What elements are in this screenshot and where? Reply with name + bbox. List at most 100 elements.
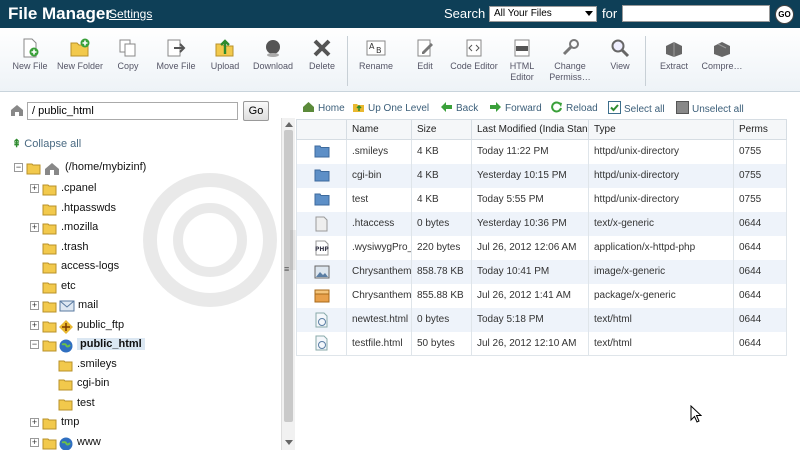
file-name[interactable]: test — [346, 187, 412, 212]
column-header-icon[interactable] — [296, 119, 347, 140]
tree-item[interactable]: + .cpanel — [30, 181, 260, 199]
tree-item[interactable]: − public_html — [30, 337, 260, 355]
expand-toggle-icon[interactable]: + — [30, 320, 39, 330]
column-header-size[interactable]: Size — [411, 119, 472, 140]
file-perms[interactable]: 0755 — [733, 139, 787, 164]
file-icon-cell[interactable] — [296, 259, 347, 284]
file-name[interactable]: testfile.html — [346, 331, 412, 356]
file-name[interactable]: .smileys — [346, 139, 412, 164]
file-perms[interactable]: 0644 — [733, 235, 787, 260]
forward-button[interactable]: Forward — [489, 101, 542, 114]
tree-item[interactable]: access-logs — [30, 259, 260, 277]
tree-item[interactable]: .smileys — [46, 357, 276, 375]
settings-link[interactable]: Settings — [109, 7, 152, 21]
search-scope-select[interactable]: All Your Files — [489, 6, 597, 22]
delete-button[interactable]: Delete — [298, 32, 346, 72]
collapse-toggle-icon[interactable]: − — [14, 163, 23, 172]
tree-item[interactable]: .htpasswds — [30, 201, 260, 219]
column-header-type[interactable]: Type — [588, 119, 734, 140]
file-name[interactable]: .wysiwygPro_edit_ — [346, 235, 412, 260]
reload-button[interactable]: Reload — [550, 101, 598, 114]
back-button[interactable]: Back — [440, 101, 478, 114]
table-row[interactable]: newtest.html 0 bytes Today 5:18 PM text/htm… — [296, 307, 787, 332]
change-permissions-button[interactable]: Change Permiss… — [546, 32, 594, 83]
file-name[interactable]: .htaccess — [346, 211, 412, 236]
collapse-all-button[interactable]: ⇞ Collapse all — [12, 137, 81, 150]
move-file-button[interactable]: Move File — [152, 32, 200, 72]
file-perms[interactable]: 0755 — [733, 163, 787, 188]
file-perms[interactable]: 0644 — [733, 307, 787, 332]
file-perms[interactable]: 0755 — [733, 187, 787, 212]
table-row[interactable]: .htaccess 0 bytes Yesterday 10:36 PM text/x… — [296, 211, 787, 236]
edit-button[interactable]: Edit — [401, 32, 449, 72]
expand-toggle-icon[interactable]: + — [30, 223, 39, 232]
copy-button[interactable]: Copy — [104, 32, 152, 72]
table-row[interactable]: .smileys 4 KB Today 11:22 PM httpd/unix-dir… — [296, 139, 787, 164]
table-row[interactable]: test 4 KB Today 5:55 PM httpd/unix-director… — [296, 187, 787, 212]
tree-item[interactable]: + www — [30, 435, 260, 450]
file-name[interactable]: newtest.html — [346, 307, 412, 332]
unselect-all-button[interactable]: Unselect all — [676, 101, 744, 115]
tree-item[interactable]: .trash — [30, 240, 260, 258]
file-icon-cell[interactable] — [296, 331, 347, 356]
file-icon-cell[interactable] — [296, 307, 347, 332]
path-input[interactable]: / public_html — [27, 102, 238, 120]
tree-item[interactable]: + .mozilla — [30, 220, 260, 238]
upload-button[interactable]: Upload — [201, 32, 249, 72]
file-icon-cell[interactable] — [296, 187, 347, 212]
tree-item[interactable]: + public_ftp — [30, 318, 260, 336]
panel-splitter-handle[interactable]: ≡ — [284, 264, 289, 274]
file-icon-cell[interactable] — [296, 283, 347, 308]
scroll-up-icon[interactable] — [285, 122, 293, 127]
scroll-thumb[interactable] — [284, 130, 293, 422]
expand-toggle-icon[interactable]: + — [30, 418, 39, 427]
table-row[interactable]: testfile.html 50 bytes Jul 26, 2012 12:10 … — [296, 331, 787, 356]
file-perms[interactable]: 0644 — [733, 211, 787, 236]
download-button[interactable]: Download — [249, 32, 297, 72]
rename-button[interactable]: AB Rename — [352, 32, 400, 72]
file-icon-cell[interactable]: PHP — [296, 235, 347, 260]
html-editor-button[interactable]: HTML Editor — [498, 32, 546, 83]
home-button[interactable]: Home — [302, 101, 345, 114]
column-header-last-modified[interactable]: Last Modified (India Standard Time) — [471, 119, 589, 140]
table-row[interactable]: Chrysanthemum.jpg858.78 KBToday 10:41 PM… — [296, 259, 787, 284]
file-perms[interactable]: 0644 — [733, 331, 787, 356]
file-name[interactable]: Chrysanthemum.jpg — [346, 259, 412, 284]
table-row[interactable]: PHP .wysiwygPro_edit_220 bytesJul 26, 201… — [296, 235, 787, 260]
column-header-perms[interactable]: Perms — [733, 119, 787, 140]
table-row[interactable]: cgi-bin 4 KB Yesterday 10:15 PM httpd/unix-… — [296, 163, 787, 188]
tree-root[interactable]: − (/home/mybizinf) — [14, 160, 214, 178]
compress-button[interactable]: Compre… — [698, 32, 746, 72]
scroll-down-icon[interactable] — [285, 440, 293, 445]
path-go-button[interactable]: Go — [243, 101, 269, 121]
tree-item[interactable]: test — [46, 396, 276, 414]
file-icon-cell[interactable] — [296, 163, 347, 188]
tree-scrollbar[interactable] — [281, 118, 295, 450]
file-icon-cell[interactable] — [296, 211, 347, 236]
mouse-cursor-icon — [690, 405, 702, 423]
file-perms[interactable]: 0644 — [733, 259, 787, 284]
code-editor-button[interactable]: Code Editor — [450, 32, 498, 72]
up-one-level-button[interactable]: Up One Level — [352, 101, 429, 114]
file-perms[interactable]: 0644 — [733, 283, 787, 308]
file-name[interactable]: Chrysanthemum.zip — [346, 283, 412, 308]
collapse-toggle-icon[interactable]: − — [30, 340, 39, 349]
file-icon-cell[interactable] — [296, 139, 347, 164]
expand-toggle-icon[interactable]: + — [30, 184, 39, 193]
expand-toggle-icon[interactable]: + — [30, 301, 39, 310]
table-row[interactable]: Chrysanthemum.zip855.88 KBJul 26, 2012 1… — [296, 283, 787, 308]
search-go-button[interactable]: GO — [775, 5, 794, 24]
file-name[interactable]: cgi-bin — [346, 163, 412, 188]
new-file-button[interactable]: New File — [6, 32, 54, 72]
column-header-name[interactable]: Name — [346, 119, 412, 140]
tree-item[interactable]: + tmp — [30, 415, 260, 433]
tree-item[interactable]: cgi-bin — [46, 376, 276, 394]
tree-item[interactable]: etc — [30, 279, 260, 297]
view-button[interactable]: View — [596, 32, 644, 72]
new-folder-button[interactable]: New Folder — [56, 32, 104, 72]
select-all-button[interactable]: Select all — [608, 101, 665, 115]
extract-button[interactable]: Extract — [650, 32, 698, 72]
search-input[interactable] — [622, 5, 770, 22]
expand-toggle-icon[interactable]: + — [30, 437, 39, 447]
tree-item[interactable]: + mail — [30, 298, 260, 316]
